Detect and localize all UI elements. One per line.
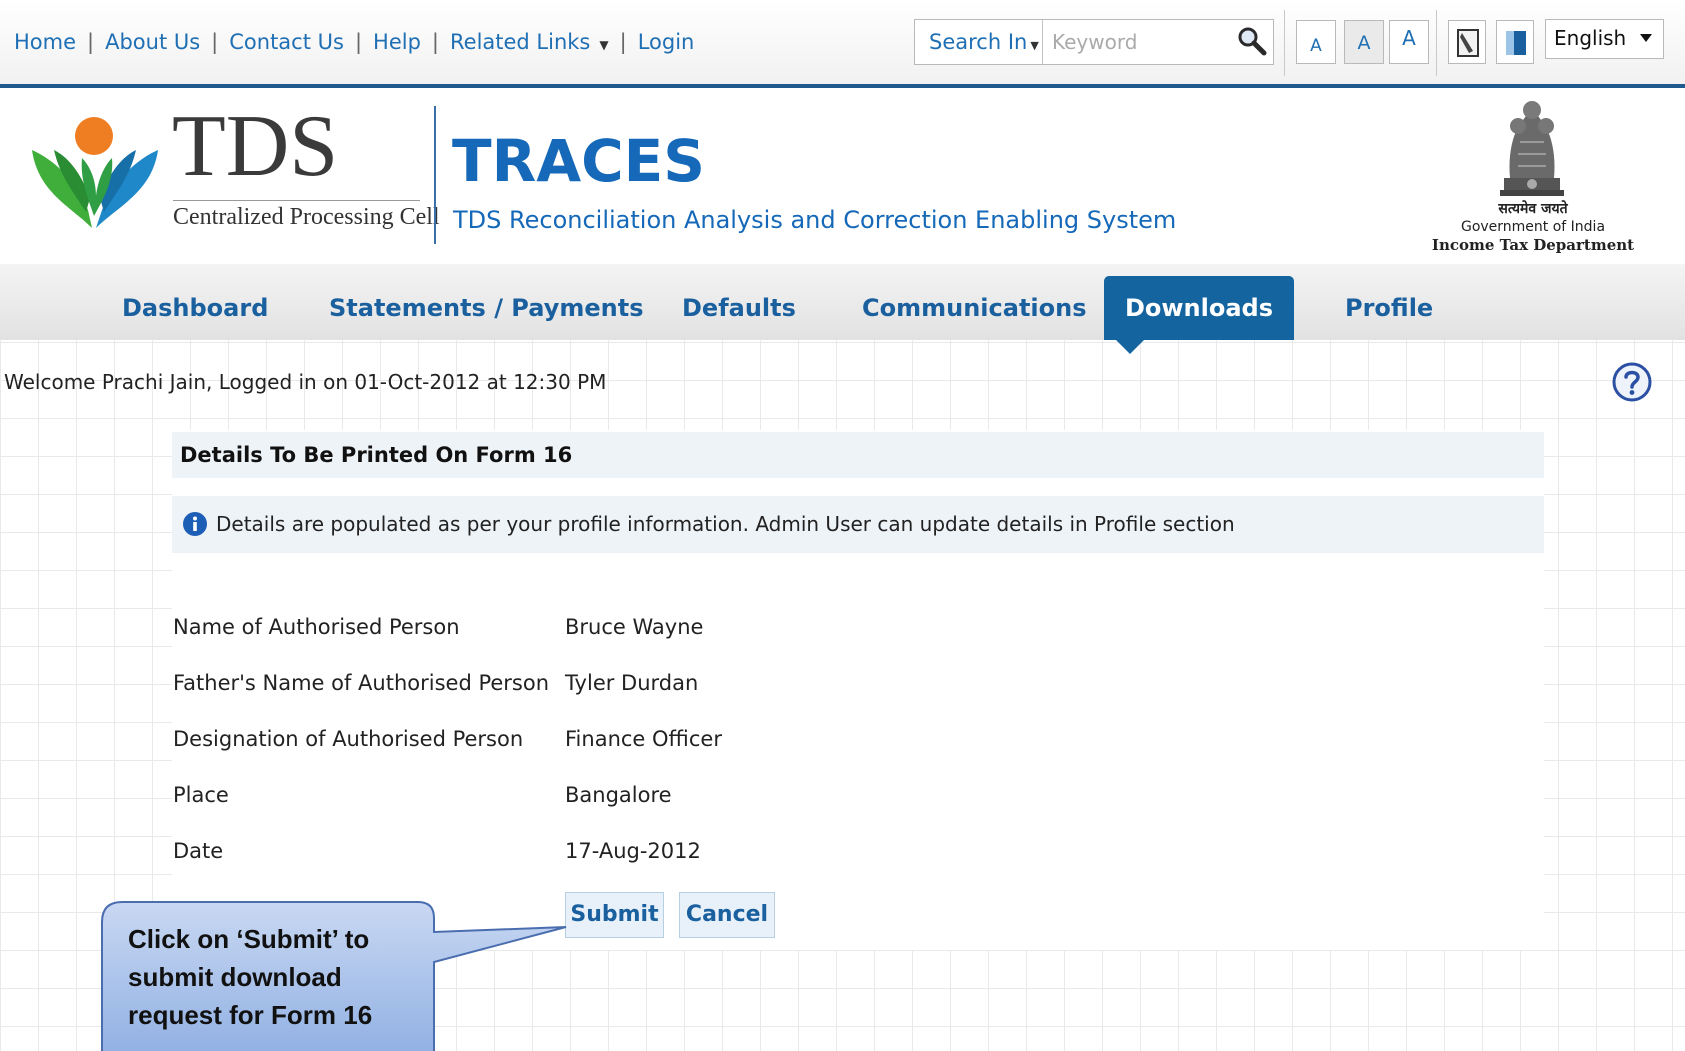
- tds-logo-icon[interactable]: [30, 106, 160, 236]
- section-title: Details To Be Printed On Form 16: [172, 432, 1544, 478]
- search-in-dropdown[interactable]: Search In ▼: [915, 20, 1043, 64]
- app-title: TRACES: [452, 127, 706, 195]
- field-value: Bruce Wayne: [565, 615, 704, 639]
- contrast-toggle-button[interactable]: [1448, 20, 1486, 64]
- search-icon[interactable]: [1237, 26, 1267, 56]
- submit-button[interactable]: Submit: [565, 892, 664, 938]
- login-link[interactable]: Login: [638, 30, 695, 54]
- government-label: Government of India: [1460, 219, 1606, 235]
- info-icon: [183, 511, 207, 536]
- field-row: Name of Authorised Person Bruce Wayne: [172, 615, 1072, 655]
- tds-logo-text: TDS: [172, 98, 339, 195]
- field-value: Bangalore: [565, 783, 672, 807]
- high-contrast-button[interactable]: [1496, 20, 1534, 64]
- divider: [173, 200, 420, 201]
- help-link[interactable]: Help: [373, 30, 421, 54]
- main-nav: Dashboard Statements / Payments Defaults…: [0, 264, 1685, 340]
- site-header: TDS Centralized Processing Cell TRACES T…: [0, 88, 1685, 264]
- form16-details-panel: Details To Be Printed On Form 16 Details…: [172, 430, 1544, 950]
- separator: |: [87, 30, 95, 54]
- field-value: 17-Aug-2012: [565, 839, 701, 863]
- language-value: English: [1554, 26, 1627, 50]
- font-size-large-button[interactable]: A: [1389, 20, 1429, 64]
- font-size-small-button[interactable]: A: [1296, 20, 1336, 64]
- top-utility-bar: Home | About Us | Contact Us | Help | Re…: [0, 0, 1685, 88]
- related-links-dropdown[interactable]: Related Links ▼: [450, 30, 609, 54]
- divider: [434, 106, 436, 244]
- national-emblem-icon: [1500, 101, 1564, 196]
- page-icon: [1457, 29, 1479, 57]
- callout-line: Click on ‘Submit’ to: [128, 924, 370, 954]
- field-label: Date: [173, 839, 224, 863]
- active-tab-pointer: [1116, 340, 1144, 354]
- field-row: Father's Name of Authorised Person Tyler…: [172, 671, 1072, 711]
- welcome-message: Welcome Prachi Jain, Logged in on 01-Oct…: [4, 370, 607, 394]
- tab-dashboard[interactable]: Dashboard: [122, 264, 268, 340]
- logo-subtitle: Centralized Processing Cell: [173, 204, 440, 230]
- separator: |: [619, 30, 627, 54]
- field-row: Date 17-Aug-2012: [172, 839, 1072, 879]
- top-links: Home | About Us | Contact Us | Help | Re…: [14, 30, 694, 54]
- field-row: Designation of Authorised Person Finance…: [172, 727, 1072, 767]
- about-us-link[interactable]: About Us: [105, 30, 200, 54]
- department-label: Income Tax Department: [1431, 236, 1635, 254]
- tab-profile[interactable]: Profile: [1345, 264, 1433, 340]
- app-subtitle: TDS Reconciliation Analysis and Correcti…: [453, 206, 1177, 234]
- chevron-down-icon: [1640, 34, 1652, 42]
- field-label: Father's Name of Authorised Person: [173, 671, 550, 695]
- contrast-icon: [1506, 31, 1526, 55]
- home-link[interactable]: Home: [14, 30, 76, 54]
- motto-hindi: सत्यमेव जयते: [1498, 201, 1568, 217]
- separator: |: [431, 30, 439, 54]
- divider: [1436, 10, 1437, 76]
- contact-us-link[interactable]: Contact Us: [229, 30, 344, 54]
- callout-text: Click on ‘Submit’ to submit download req…: [128, 920, 428, 1034]
- language-select[interactable]: English: [1545, 19, 1664, 59]
- separator: |: [211, 30, 219, 54]
- callout-line: request for Form 16: [128, 1000, 373, 1030]
- divider: [1284, 10, 1285, 76]
- separator: |: [354, 30, 363, 54]
- font-size-normal-button[interactable]: A: [1344, 20, 1384, 64]
- search-in-label: Search In: [929, 30, 1028, 54]
- field-label: Name of Authorised Person: [173, 615, 460, 639]
- field-value: Finance Officer: [565, 727, 722, 751]
- tab-downloads[interactable]: Downloads: [1104, 276, 1294, 340]
- field-label: Designation of Authorised Person: [173, 727, 524, 751]
- cancel-button[interactable]: Cancel: [679, 892, 775, 938]
- tab-communications[interactable]: Communications: [862, 264, 1087, 340]
- help-icon[interactable]: [1611, 361, 1653, 403]
- related-links-label: Related Links: [450, 30, 591, 54]
- field-label: Place: [173, 783, 229, 807]
- tab-statements-payments[interactable]: Statements / Payments: [329, 264, 643, 340]
- caret-down-icon: ▼: [599, 38, 609, 52]
- field-value: Tyler Durdan: [565, 671, 699, 695]
- info-message: Details are populated as per your profil…: [172, 496, 1544, 553]
- callout-line: submit download: [128, 962, 342, 992]
- caret-down-icon: ▼: [1030, 39, 1039, 52]
- info-text: Details are populated as per your profil…: [216, 512, 1235, 536]
- search-box: Search In ▼: [914, 19, 1274, 65]
- field-row: Place Bangalore: [172, 783, 1072, 823]
- tab-defaults[interactable]: Defaults: [682, 264, 796, 340]
- search-input[interactable]: [1043, 20, 1233, 64]
